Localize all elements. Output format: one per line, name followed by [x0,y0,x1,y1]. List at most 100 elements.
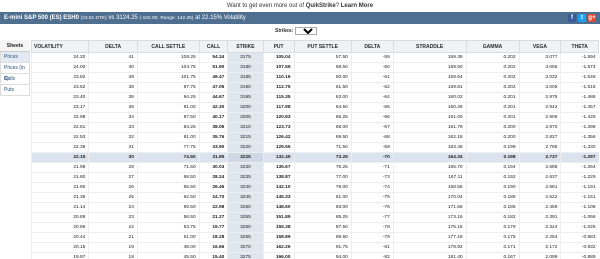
cell-volatility: 22.39 [30,142,89,153]
cell-gamma: 0.192 [465,172,519,183]
col-straddle[interactable]: STRADDLE [392,40,467,53]
cell-put: 117.98 [262,102,294,113]
cell-call: 21.27 [198,212,228,223]
cell-call-settle: 81.00 [136,132,200,143]
cell-gamma: 0.200 [465,132,519,143]
table-body: 24.20 41 108.25 54.34 3175 105.04 57.50 -59 159.… [30,52,599,259]
cell-straddle: 162.18 [392,132,467,143]
col-theta[interactable]: THETA [560,40,599,53]
cell-call-settle: 94.25 [136,92,200,103]
cell-put-delta: -67 [350,122,394,133]
cell-straddle: 159.50 [392,62,467,73]
col-vega[interactable]: VEGA [518,40,562,53]
sheets-sidebar: Sheets Prices Prices (in $) Calls Puts [0,40,30,96]
cell-straddle: 161.00 [392,112,467,123]
cell-put-settle: 75.25 [293,162,352,173]
sheet-item-prices[interactable]: Prices [0,52,30,63]
cell-put-delta: -59 [350,52,394,63]
col-put-delta[interactable]: DELTA [350,40,394,53]
cell-put-settle: 71.50 [293,142,352,153]
cell-strike: 3200 [227,102,264,113]
cell-call-settle: 59.50 [136,202,200,213]
cell-put-delta: -79 [350,232,394,243]
table-row: 22.39 31 77.75 33.90 3220 129.55 71.50 -69 163.4… [30,142,599,153]
cell-call-delta: 35 [88,102,138,113]
cell-theta: -1.191 [560,182,599,193]
table-row: 21.60 27 68.50 28.24 3235 138.87 77.00 -73 167.1… [30,172,599,183]
col-gamma[interactable]: GAMMA [465,40,520,53]
cell-volatility: 21.35 [30,192,89,203]
cell-theta: -1.356 [560,132,599,143]
cell-theta: -1.108 [560,202,599,213]
cell-gamma: 0.182 [465,212,519,223]
cell-call: 47.06 [198,82,228,93]
cell-call-delta: 33 [88,122,138,133]
cell-volatility: 23.17 [30,102,89,113]
cell-call: 30.03 [198,162,228,173]
table-row: 20.44 21 51.00 18.28 3265 158.89 89.50 -79 177.1… [30,232,599,243]
col-call-delta[interactable]: DELTA [88,40,138,53]
cell-vega: 3.032 [518,72,561,83]
google-plus-icon[interactable]: g+ [588,14,596,22]
cell-volatility: 22.15 [30,152,89,163]
cell-theta: -0.983 [560,232,599,243]
table-row: 22.98 34 87.50 40.17 3205 120.83 66.25 -66 161.0… [30,112,599,123]
col-call[interactable]: CALL [198,40,229,53]
options-price-table: VOLATILITY DELTA CALL SETTLE CALL STRIKE… [30,40,599,259]
twitter-icon[interactable]: t [578,14,586,22]
product-name: E-mini S&P 500 (ES) ESH0 [4,15,79,21]
cell-vega: 2.099 [518,252,561,259]
facebook-icon[interactable]: f [568,14,576,22]
volatility-label: at 22.15% Volatility [195,15,246,21]
cell-put: 123.73 [262,122,294,133]
sheet-item-calls[interactable]: Calls [0,74,30,85]
cell-volatility: 24.00 [30,62,89,73]
cell-vega: 3.005 [518,82,561,93]
cell-put-delta: -64 [350,92,394,103]
cell-theta: -1.546 [560,72,599,83]
strikes-select[interactable]: 10 [294,27,317,35]
cell-volatility: 21.60 [30,182,89,193]
cell-theta: -1.594 [560,52,599,63]
social-links: f t g+ [568,14,596,22]
cell-strike: 3255 [227,212,264,223]
cell-call-settle: 68.50 [136,172,200,183]
cell-call-delta: 40 [88,62,138,73]
sheet-item-prices-dollars[interactable]: Prices (in $) [0,63,30,82]
cell-vega: 3.055 [518,62,561,73]
cell-put-settle: 61.50 [293,82,352,93]
cell-straddle: 178.92 [392,242,467,253]
col-volatility[interactable]: VOLATILITY [30,40,90,53]
cell-put-delta: -77 [350,212,394,223]
cell-call-settle: 45.50 [136,252,200,259]
cell-gamma: 0.201 [465,92,519,103]
cell-call-delta: 25 [88,192,138,203]
sheet-item-puts[interactable]: Puts [0,85,30,96]
cell-put-settle: 66.25 [293,112,352,123]
cell-put: 162.26 [262,242,294,253]
cell-vega: 2.324 [518,222,561,233]
cell-strike: 3250 [227,202,264,213]
col-strike[interactable]: STRIKE [227,40,264,53]
cell-volatility: 23.40 [30,92,89,103]
cell-strike: 3225 [227,152,264,163]
col-call-settle[interactable]: CALL SETTLE [136,40,200,53]
cell-put-delta: -71 [350,162,394,173]
cell-gamma: 0.167 [465,252,519,259]
col-put-settle[interactable]: PUT SETTLE [293,40,352,53]
cell-call-delta: 30 [88,152,138,163]
cell-strike: 3190 [227,82,264,93]
cell-gamma: 0.202 [465,82,519,93]
cell-vega: 2.637 [518,172,561,183]
learn-more-link[interactable]: Learn More [341,3,373,9]
table-row: 23.17 35 91.00 42.30 3200 117.98 64.50 -65 160.2… [30,102,599,113]
price-range: Range: 142.25) [160,16,194,21]
col-put[interactable]: PUT [262,40,295,53]
cell-gamma: 0.202 [465,62,519,73]
dte-label: (23.51 DTE) [80,16,107,21]
table-row: 20.89 23 56.50 21.27 3255 151.89 85.25 -77 173.1… [30,212,599,223]
header-row: VOLATILITY DELTA CALL SETTLE CALL STRIKE… [30,40,599,53]
cell-theta: -1.428 [560,112,599,123]
cell-call: 54.34 [198,52,228,63]
price-change: (-102.00; [139,16,159,21]
